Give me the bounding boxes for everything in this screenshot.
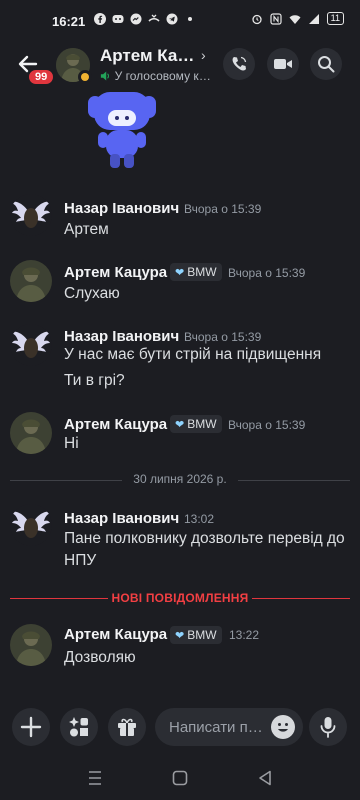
message-time: 13:02 [184,512,215,526]
message-text: У нас має бути стрій на підвищення [64,346,322,363]
author-name[interactable]: Назар Іванович [64,200,179,217]
soldier-avatar-icon [10,624,52,666]
video-call-button[interactable] [267,48,299,80]
search-icon [318,56,335,73]
video-camera-icon [274,59,292,69]
soldier-avatar-icon [10,260,52,302]
message[interactable]: Назар Іванович Вчора о 15:39 У нас має б… [0,322,360,398]
author-name[interactable]: Артем Кацура [64,264,167,281]
message[interactable]: Назар Іванович Вчора о 15:39 Артем [0,192,360,246]
recent-apps-icon[interactable] [88,770,102,786]
add-attachment-button[interactable] [12,708,50,746]
author-name[interactable]: Артем Кацура [64,626,167,643]
date-divider-label: 30 липня 2026 р. [133,472,227,486]
message-text: Дозволяю [64,649,136,666]
message-input-placeholder: Написати повідомлення [169,719,263,736]
plus-icon [20,716,42,738]
gift-icon [118,718,136,736]
voice-status: У голосовому каналі [100,69,216,83]
gift-button[interactable] [108,708,146,746]
role-tag[interactable]: ❤ BMW [170,415,222,433]
message-text: Артем [64,221,109,238]
battery-icon: 11 [326,12,344,25]
author-avatar[interactable] [10,260,52,302]
system-navigation-bar [0,758,360,800]
messenger-icon [130,13,142,25]
heart-icon: ❤ [175,629,185,642]
new-messages-divider: НОВІ ПОВІДОМЛЕННЯ [10,589,350,609]
chevron-right-icon[interactable]: › [201,47,206,63]
voice-call-button[interactable] [223,48,255,80]
more-notifications-icon [188,17,192,21]
message-input[interactable]: Написати повідомлення [155,708,303,746]
phone-icon [232,56,247,71]
author-avatar[interactable] [10,504,52,546]
system-icons: 11 [251,12,344,25]
unread-badge: 99 [27,68,56,86]
heart-icon: ❤ [175,418,185,431]
author-name[interactable]: Назар Іванович [64,328,179,345]
role-tag-label: BMW [187,265,217,279]
date-divider: 30 липня 2026 р. [10,470,350,490]
message-time: Вчора о 15:39 [184,202,262,216]
notification-icons [94,13,196,25]
voice-message-button[interactable] [309,708,347,746]
apps-icon [69,717,88,737]
speaker-icon [100,71,110,81]
author-name[interactable]: Артем Кацура [64,416,167,433]
message-text: Ні [64,435,79,452]
emoji-button[interactable] [271,715,295,739]
nfc-icon [270,12,282,25]
facebook-icon [94,13,106,25]
soldier-avatar-icon [10,412,52,454]
status-bar: 16:21 11 [0,0,360,42]
idle-status-dot [78,70,92,84]
role-tag-label: BMW [187,417,217,431]
message-text: Ти в грі? [64,372,125,389]
search-button[interactable] [310,48,342,80]
robot-sticker[interactable] [84,92,160,176]
role-tag[interactable]: ❤ BMW [170,626,222,644]
angel-wings-avatar-icon [10,504,52,546]
message-text: Пане полковнику дозвольте перевід до НПУ [64,530,345,569]
home-icon[interactable] [172,770,188,786]
message-text: Слухаю [64,285,120,302]
telegram-icon [166,13,178,25]
composer: Написати повідомлення [0,705,360,751]
chat-header: 99 Артем Кацура › У голосовому каналі [0,42,360,94]
header-name[interactable]: Артем Кацура [100,46,198,66]
message-time: Вчора о 15:39 [184,330,262,344]
role-tag-label: BMW [187,628,217,642]
message-time: 13:22 [229,628,260,642]
message-time: Вчора о 15:39 [228,266,306,280]
angel-wings-avatar-icon [10,194,52,236]
microphone-icon [320,717,336,738]
message[interactable]: Артем Кацура ❤ BMW 13:22 Дозволяю [0,622,360,676]
missed-call-icon [148,14,160,22]
smiley-icon [278,723,288,732]
author-name[interactable]: Назар Іванович [64,510,179,527]
author-avatar[interactable] [10,412,52,454]
signal-icon [308,13,319,24]
author-avatar[interactable] [10,624,52,666]
discord-icon [112,15,124,23]
message[interactable]: Артем Кацура ❤ BMW Вчора о 15:39 Ні [0,410,360,464]
apps-button[interactable] [60,708,98,746]
message-time: Вчора о 15:39 [228,418,306,432]
angel-wings-avatar-icon [10,324,52,366]
message[interactable]: Назар Іванович 13:02 Пане полковнику доз… [0,502,360,578]
back-nav-icon[interactable] [258,770,272,786]
wifi-icon [289,14,301,24]
message[interactable]: Артем Кацура ❤ BMW Вчора о 15:39 Слухаю [0,258,360,312]
voice-status-text: У голосовому каналі [114,69,216,83]
author-avatar[interactable] [10,324,52,366]
heart-icon: ❤ [175,266,185,279]
status-time: 16:21 [52,14,86,29]
author-avatar[interactable] [10,194,52,236]
new-messages-label: НОВІ ПОВІДОМЛЕННЯ [111,591,249,605]
alarm-icon [252,14,262,24]
role-tag[interactable]: ❤ BMW [170,263,222,281]
